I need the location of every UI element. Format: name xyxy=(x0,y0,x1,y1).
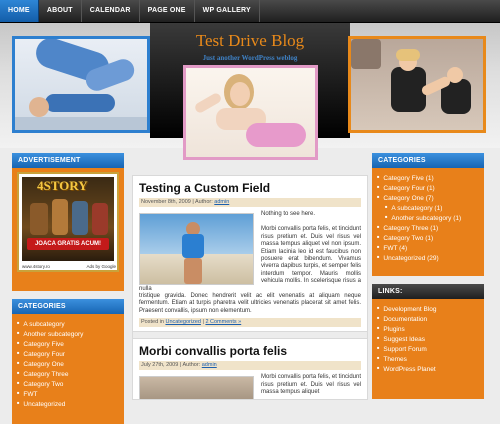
site-tagline: Just another WordPress weblog xyxy=(202,54,298,62)
list-item[interactable]: Themes xyxy=(377,353,479,363)
post-meta: November 8th, 2009 | Author: admin xyxy=(139,198,361,207)
list-item[interactable]: FWT xyxy=(17,388,119,398)
post-date: July 27th, 2009 | Author: xyxy=(141,362,202,369)
right-categories-list: Category Five (1)Category Four (1)Catego… xyxy=(377,172,479,262)
header-photo-center xyxy=(183,65,318,160)
list-item[interactable]: WordPress Planet xyxy=(377,363,479,373)
links-title: LINKS: xyxy=(372,284,484,299)
advertisement-title: ADVERTISEMENT xyxy=(12,153,124,168)
advertisement-widget: 4STORY JOACA GRATIS ACUM! www.4story.ro … xyxy=(12,168,124,291)
list-item[interactable]: Support Forum xyxy=(377,343,479,353)
site-title[interactable]: Test Drive Blog xyxy=(150,31,350,51)
list-item[interactable]: Category Two xyxy=(17,378,119,388)
right-sidebar: CATEGORIES Category Five (1)Category Fou… xyxy=(372,153,484,400)
list-item[interactable]: Category Three (1) xyxy=(377,222,479,232)
post-body: Morbi convallis porta felis, et tincidun… xyxy=(139,374,361,399)
post-footer-prefix: Posted in xyxy=(141,319,166,326)
list-item[interactable]: Category Three xyxy=(17,368,119,378)
post-author-link[interactable]: admin xyxy=(214,199,229,205)
list-item[interactable]: Category Four (1) xyxy=(377,182,479,192)
ad-site-url[interactable]: www.4story.ro xyxy=(22,264,50,269)
post-image xyxy=(139,376,254,399)
nav-list: HOME ABOUT CALENDAR PAGE ONE WP GALLERY xyxy=(0,0,500,22)
post-title[interactable]: Testing a Custom Field xyxy=(139,181,361,195)
right-categories-title: CATEGORIES xyxy=(372,153,484,168)
post-title[interactable]: Morbi convallis porta felis xyxy=(139,344,361,358)
list-item[interactable]: Another subcategory (1) xyxy=(377,212,479,222)
list-item[interactable]: Suggest Ideas xyxy=(377,333,479,343)
list-item[interactable]: A subcategory (1) xyxy=(377,202,479,212)
left-categories-title: CATEGORIES xyxy=(12,299,124,314)
top-navigation: HOME ABOUT CALENDAR PAGE ONE WP GALLERY xyxy=(0,0,500,23)
nav-item-page-one[interactable]: PAGE ONE xyxy=(140,0,195,22)
post-author-link[interactable]: admin xyxy=(202,362,217,368)
list-item[interactable]: Category One xyxy=(17,358,119,368)
ad-play-button[interactable]: JOACA GRATIS ACUM! xyxy=(27,238,109,250)
header-photo-right xyxy=(348,36,486,133)
list-item[interactable]: Another subcategory xyxy=(17,328,119,338)
links-list: Development BlogDocumentationPluginsSugg… xyxy=(377,303,479,373)
ads-by-google[interactable]: Ads by Google xyxy=(86,264,116,269)
advertisement-banner[interactable]: 4STORY JOACA GRATIS ACUM! www.4story.ro … xyxy=(17,172,119,272)
nav-item-calendar[interactable]: CALENDAR xyxy=(82,0,140,22)
list-item[interactable]: Uncategorized (29) xyxy=(377,252,479,262)
list-item[interactable]: A subcategory xyxy=(17,318,119,328)
nav-item-about[interactable]: ABOUT xyxy=(39,0,82,22)
main-content: Testing a Custom Field November 8th, 200… xyxy=(132,175,368,400)
list-item[interactable]: Category One (7) xyxy=(377,192,479,202)
list-item[interactable]: Category Four xyxy=(17,348,119,358)
right-categories-widget: Category Five (1)Category Four (1)Catego… xyxy=(372,168,484,276)
post-meta: July 27th, 2009 | Author: admin xyxy=(139,361,361,371)
left-categories-list: A subcategoryAnother subcategoryCategory… xyxy=(17,318,119,408)
post-comments-link[interactable]: 2 Comments » xyxy=(205,319,241,325)
post: Morbi convallis porta felis July 27th, 2… xyxy=(133,339,367,399)
list-item[interactable]: Documentation xyxy=(377,313,479,323)
list-item[interactable]: Plugins xyxy=(377,323,479,333)
list-item[interactable]: Development Blog xyxy=(377,303,479,313)
list-item[interactable]: Category Five (1) xyxy=(377,172,479,182)
post-paragraph-continued: tristique gravida. Donec hendrerit velit… xyxy=(139,293,361,314)
post-separator xyxy=(133,331,367,340)
post-body: Nothing to see here. Morbi convallis por… xyxy=(139,211,361,315)
nav-item-home[interactable]: HOME xyxy=(0,0,39,22)
post-category-link[interactable]: Uncategorized xyxy=(165,319,200,325)
post-image xyxy=(139,213,254,285)
post-footer: Posted in Uncategorized | 2 Comments » xyxy=(139,318,361,328)
list-item[interactable]: Category Two (1) xyxy=(377,232,479,242)
ad-logo: 4STORY xyxy=(37,178,88,193)
header-photo-left xyxy=(12,36,150,133)
ad-footer: www.4story.ro Ads by Google xyxy=(22,264,116,269)
list-item[interactable]: Category Five xyxy=(17,338,119,348)
links-widget: Development BlogDocumentationPluginsSugg… xyxy=(372,299,484,399)
post-date: November 8th, 2009 | Author: xyxy=(141,199,215,205)
left-sidebar: ADVERTISEMENT 4STORY JOACA GRATIS ACUM! … xyxy=(12,153,124,424)
list-item[interactable]: FWT (4) xyxy=(377,242,479,252)
left-categories-widget: A subcategoryAnother subcategoryCategory… xyxy=(12,314,124,424)
post: Testing a Custom Field November 8th, 200… xyxy=(133,176,367,340)
site-header: Test Drive Blog Just another WordPress w… xyxy=(0,23,500,160)
nav-item-wp-gallery[interactable]: WP GALLERY xyxy=(195,0,260,22)
